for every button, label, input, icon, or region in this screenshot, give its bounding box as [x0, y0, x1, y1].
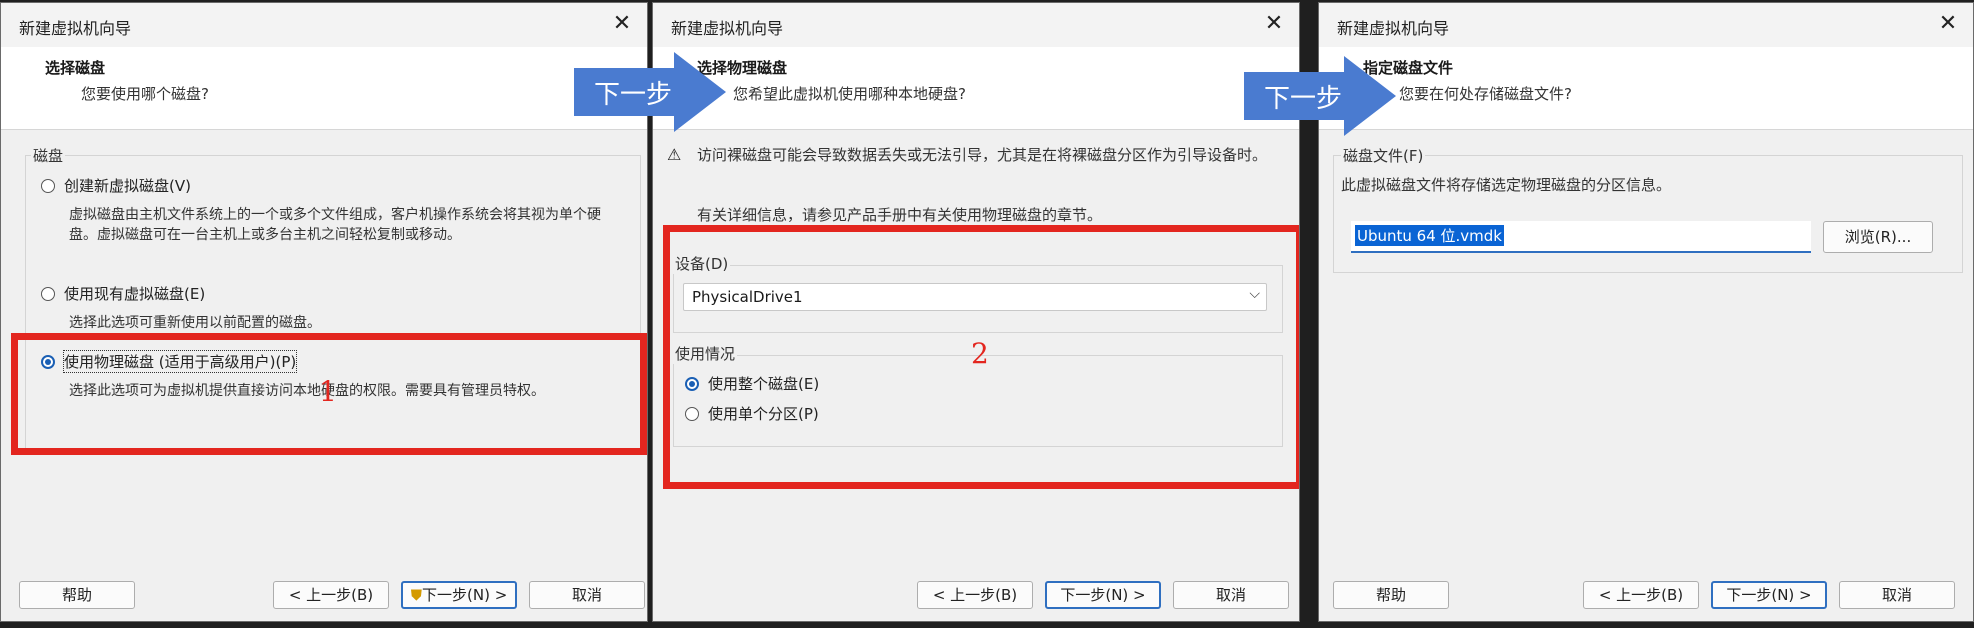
cancel-button[interactable]: 取消 [1173, 581, 1289, 609]
back-button[interactable]: < 上一步(B) [917, 581, 1033, 609]
next-button[interactable]: 下一步(N) > [1045, 581, 1161, 609]
create-new-disk-desc: 虚拟磁盘由主机文件系统上的一个或多个文件组成，客户机操作系统会将其视为单个硬盘。… [69, 207, 601, 243]
wizard-header: 指定磁盘文件 您要在何处存储磁盘文件? [1319, 47, 1973, 130]
wizard-header: 选择磁盘 您要使用哪个磁盘? [1, 47, 647, 130]
disk-file-desc: 此虚拟磁盘文件将存储选定物理磁盘的分区信息。 [1341, 176, 1672, 194]
create-new-disk-label[interactable]: 创建新虚拟磁盘(V) [64, 175, 191, 196]
next-step-arrow-1: 下一步 [574, 52, 734, 132]
title-bar: 新建虚拟机向导 ✕ [1319, 3, 1973, 47]
new-vm-wizard-dialog-1: 新建虚拟机向导 ✕ 选择磁盘 您要使用哪个磁盘? 磁盘 创建新虚拟磁盘(V) 虚… [0, 2, 648, 622]
annotation-number-2: 2 [971, 337, 989, 370]
browse-button[interactable]: 浏览(R)... [1823, 221, 1933, 253]
info-text: 有关详细信息，请参见产品手册中有关使用物理磁盘的章节。 [697, 206, 1103, 224]
header-subtitle: 您要使用哪个磁盘? [81, 85, 209, 103]
title-bar: 新建虚拟机向导 ✕ [1, 3, 647, 47]
new-vm-wizard-dialog-2: 新建虚拟机向导 ✕ 选择物理磁盘 您希望此虚拟机使用哪种本地硬盘? ⚠ 访问裸磁… [652, 2, 1300, 622]
new-vm-wizard-dialog-3: 新建虚拟机向导 ✕ 指定磁盘文件 您要在何处存储磁盘文件? 磁盘文件(F) 此虚… [1318, 2, 1974, 622]
wizard-header: 选择物理磁盘 您希望此虚拟机使用哪种本地硬盘? [653, 47, 1299, 130]
disk-file-input[interactable]: Ubuntu 64 位.vmdk [1351, 221, 1811, 253]
disk-group-label: 磁盘 [31, 145, 66, 166]
back-button[interactable]: < 上一步(B) [1583, 581, 1699, 609]
cancel-button[interactable]: 取消 [529, 581, 645, 609]
arrow-label: 下一步 [594, 80, 673, 110]
shield-icon: ⛊ [410, 586, 422, 604]
warning-text: 访问裸磁盘可能会导致数据丢失或无法引导，尤其是在将裸磁盘分区作为引导设备时。 [697, 146, 1268, 164]
use-existing-disk-radio[interactable] [41, 287, 55, 301]
disk-file-label: 磁盘文件(F) [1341, 145, 1426, 166]
header-title: 选择磁盘 [45, 59, 106, 77]
title-bar: 新建虚拟机向导 ✕ [653, 3, 1299, 47]
cancel-button[interactable]: 取消 [1839, 581, 1955, 609]
header-subtitle: 您要在何处存储磁盘文件? [1399, 85, 1572, 103]
close-icon[interactable]: ✕ [1259, 9, 1289, 39]
arrow-label: 下一步 [1264, 84, 1343, 114]
back-button[interactable]: < 上一步(B) [273, 581, 389, 609]
window-title: 新建虚拟机向导 [671, 19, 784, 38]
disk-file-group [1333, 155, 1963, 273]
next-button-label: 下一步(N) > [422, 586, 508, 604]
use-existing-disk-label[interactable]: 使用现有虚拟磁盘(E) [64, 283, 205, 304]
annotation-number-1: 1 [319, 375, 337, 408]
help-button[interactable]: 帮助 [19, 581, 135, 609]
window-title: 新建虚拟机向导 [19, 19, 132, 38]
next-step-arrow-2: 下一步 [1244, 56, 1404, 136]
window-title: 新建虚拟机向导 [1337, 19, 1450, 38]
close-icon[interactable]: ✕ [1933, 9, 1963, 39]
header-subtitle: 您希望此虚拟机使用哪种本地硬盘? [733, 85, 966, 103]
disk-file-input-value: Ubuntu 64 位.vmdk [1355, 225, 1504, 246]
next-button[interactable]: 下一步(N) > [1711, 581, 1827, 609]
help-button[interactable]: 帮助 [1333, 581, 1449, 609]
create-new-disk-radio[interactable] [41, 179, 55, 193]
next-button[interactable]: ⛊下一步(N) > [401, 581, 517, 609]
warning-icon: ⚠ [667, 145, 682, 164]
close-icon[interactable]: ✕ [607, 9, 637, 39]
use-existing-disk-desc: 选择此选项可重新使用以前配置的磁盘。 [69, 315, 321, 331]
